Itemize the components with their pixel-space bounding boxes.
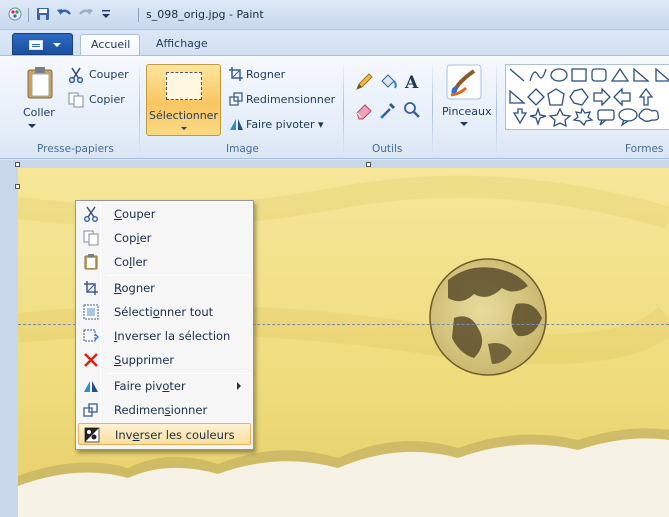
crop-icon bbox=[84, 281, 98, 295]
resize-icon bbox=[83, 403, 98, 417]
chevron-down-icon bbox=[53, 43, 61, 47]
rotate-icon bbox=[84, 381, 98, 392]
title-separator bbox=[28, 8, 29, 22]
menu-item-label: Copier bbox=[114, 231, 152, 245]
resize-handle[interactable] bbox=[15, 162, 20, 167]
resize-handle[interactable] bbox=[366, 162, 371, 167]
menu-item-label: Rogner bbox=[114, 281, 155, 295]
selection-rectangle-icon bbox=[166, 72, 202, 100]
rotate-button-label[interactable]: Faire pivoter ▾ bbox=[246, 118, 324, 131]
invert-selection-icon bbox=[83, 329, 99, 342]
menu-item-paste[interactable]: Coller bbox=[78, 251, 251, 273]
menu-item-select-all[interactable]: Sélectionner tout bbox=[78, 301, 251, 323]
menu-item-copy[interactable]: Copier bbox=[78, 227, 251, 249]
copy-icon[interactable] bbox=[68, 92, 84, 108]
chevron-down-icon[interactable] bbox=[28, 124, 36, 129]
title-separator bbox=[138, 8, 139, 22]
resize-icon[interactable] bbox=[229, 92, 243, 106]
select-button-label: Sélectionner bbox=[149, 109, 218, 122]
brushes-icon[interactable] bbox=[446, 64, 482, 100]
undo-icon[interactable] bbox=[56, 7, 72, 21]
image-group-label: Image bbox=[226, 143, 259, 155]
menu-item-label: Inverser la sélection bbox=[114, 329, 231, 343]
menu-icon bbox=[29, 40, 43, 50]
menu-item-cut[interactable]: Couper bbox=[78, 203, 251, 225]
menu-item-label: Supprimer bbox=[114, 353, 175, 367]
title-bar: s_098_orig.jpg - Paint bbox=[0, 0, 669, 30]
menu-item-label: Couper bbox=[114, 207, 156, 221]
group-divider bbox=[139, 62, 140, 156]
chevron-down-icon bbox=[181, 127, 187, 130]
shapes-gallery[interactable] bbox=[505, 64, 669, 130]
menu-item-label: Inverser les couleurs bbox=[115, 428, 235, 442]
invert-colors-icon bbox=[84, 427, 100, 443]
tab-affichage[interactable]: Affichage bbox=[146, 34, 218, 55]
color-picker-icon[interactable] bbox=[378, 100, 398, 120]
menu-item-label: Redimensionner bbox=[114, 403, 208, 417]
paint-app-icon[interactable] bbox=[8, 7, 22, 21]
menu-item-label: Sélectionner tout bbox=[114, 305, 214, 319]
copy-button-label[interactable]: Copier bbox=[89, 93, 125, 106]
select-all-icon bbox=[83, 304, 99, 320]
pencil-icon[interactable] bbox=[354, 72, 374, 92]
paste-icon[interactable] bbox=[26, 66, 56, 100]
rotate-icon[interactable] bbox=[229, 117, 244, 131]
crop-button-label[interactable]: Rogner bbox=[246, 68, 285, 81]
menu-item-rotate[interactable]: Faire pivoter bbox=[78, 375, 251, 397]
application-menu-button[interactable] bbox=[12, 33, 73, 55]
scissors-icon bbox=[84, 206, 98, 222]
shapes-icon[interactable] bbox=[506, 65, 669, 130]
brushes-button-label[interactable]: Pinceaux bbox=[442, 105, 491, 118]
redo-icon[interactable] bbox=[78, 7, 94, 21]
scissors-icon[interactable] bbox=[68, 67, 84, 83]
menu-item-invert-selection[interactable]: Inverser la sélection bbox=[78, 325, 251, 347]
group-divider bbox=[432, 62, 433, 156]
save-icon[interactable] bbox=[36, 7, 50, 21]
magnifier-icon[interactable] bbox=[402, 100, 422, 120]
delete-icon bbox=[84, 353, 98, 367]
ribbon-tab-row: Accueil Affichage bbox=[0, 30, 669, 55]
menu-item-crop[interactable]: Rogner bbox=[78, 277, 251, 299]
eraser-icon[interactable] bbox=[354, 100, 374, 120]
text-tool-icon[interactable]: A bbox=[402, 71, 422, 93]
fill-bucket-icon[interactable] bbox=[378, 72, 398, 92]
menu-item-delete[interactable]: Supprimer bbox=[78, 349, 251, 371]
resize-handle[interactable] bbox=[15, 184, 20, 189]
menu-item-invert-colors[interactable]: Inverser les couleurs bbox=[78, 423, 251, 445]
customize-toolbar-icon[interactable] bbox=[100, 9, 112, 21]
tools-group-label: Outils bbox=[372, 143, 403, 155]
chevron-down-icon[interactable] bbox=[460, 122, 468, 127]
menu-separator bbox=[106, 373, 251, 374]
cut-button-label[interactable]: Couper bbox=[89, 68, 129, 81]
ribbon: Coller Couper Copier Presse-papiers Séle… bbox=[0, 55, 669, 159]
menu-item-label: Faire pivoter bbox=[114, 379, 186, 393]
window-title: s_098_orig.jpg - Paint bbox=[146, 8, 264, 21]
menu-item-resize[interactable]: Redimensionner bbox=[78, 399, 251, 421]
resize-button-label[interactable]: Redimensionner bbox=[246, 93, 335, 106]
menu-item-label: Coller bbox=[114, 255, 148, 269]
copy-icon bbox=[83, 230, 99, 246]
svg-text:A: A bbox=[404, 73, 419, 93]
menu-separator bbox=[106, 275, 251, 276]
group-divider bbox=[343, 62, 344, 156]
tab-accueil[interactable]: Accueil bbox=[80, 34, 140, 55]
crop-icon[interactable] bbox=[229, 67, 243, 81]
shapes-group-label: Formes bbox=[625, 143, 664, 155]
context-menu: Couper Copier Coller Rogner Sélectionner… bbox=[75, 200, 254, 450]
group-divider bbox=[496, 62, 497, 156]
paste-button-label[interactable]: Coller bbox=[23, 106, 55, 119]
chevron-right-icon bbox=[237, 382, 241, 390]
paste-icon bbox=[84, 254, 98, 270]
clipboard-group-label: Presse-papiers bbox=[37, 143, 114, 155]
select-button[interactable]: Sélectionner bbox=[146, 64, 221, 136]
